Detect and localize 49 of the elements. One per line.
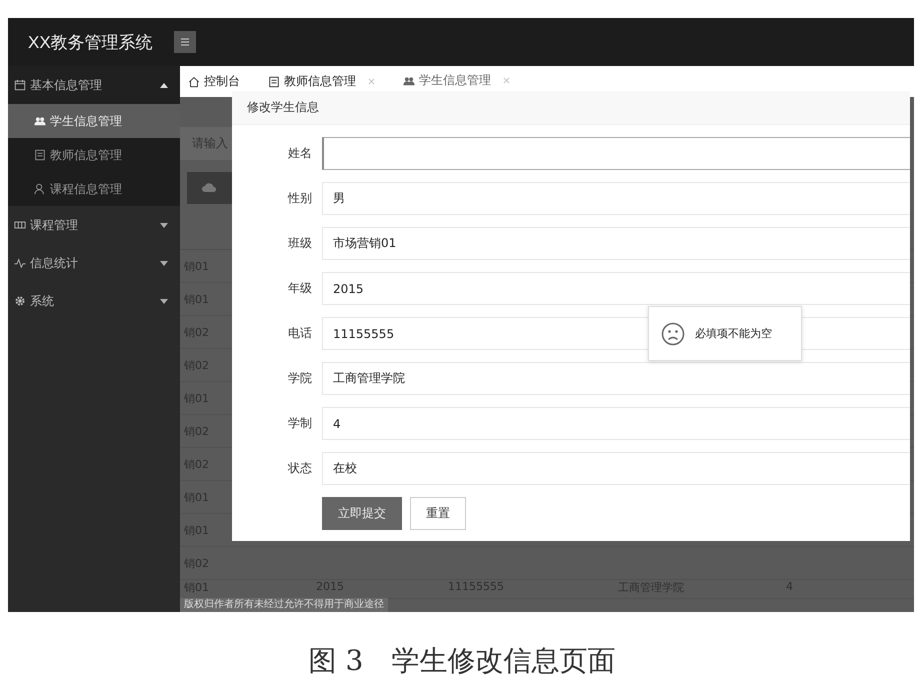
settings-icon [14,295,26,307]
caret-icon [160,222,168,228]
pulse-icon [14,257,26,269]
users-icon [403,74,415,86]
close-icon[interactable] [503,77,510,84]
calendar-icon [14,79,26,91]
sidebar-item[interactable]: 信息统计 [8,244,180,282]
sidebar-subitem[interactable]: 学生信息管理 [8,104,180,138]
input-field[interactable]: 工商管理学院 [322,362,910,395]
submit-button[interactable]: 立即提交 [322,497,402,530]
input-field[interactable]: 在校 [322,452,910,485]
reset-button[interactable]: 重置 [410,497,466,530]
copyright-notice: 版权归作者所有未经过允许不得用于商业途径 [180,598,388,612]
figure-caption: 图 3 学生修改信息页面 [308,643,616,679]
input-field[interactable] [322,137,910,170]
field-label: 学院 [287,370,313,387]
field-label: 性别 [286,190,313,207]
close-icon[interactable] [368,78,375,85]
field-label: 年级 [287,280,313,297]
caret-icon [160,298,168,304]
field-label: 班级 [287,235,313,252]
sidebar-subitem[interactable]: 课程信息管理 [8,172,180,206]
field-label: 电话 [287,325,313,342]
caret-icon [160,260,168,266]
document-icon [34,149,46,161]
cloud-icon [201,180,217,192]
toast-message: 必填项不能为空 [695,326,772,341]
input-field[interactable]: 男 [322,182,910,215]
menu-icon [179,37,191,47]
sidebar-item[interactable]: 系统 [8,282,180,320]
sidebar-item[interactable]: 课程管理 [8,206,180,244]
field-label: 状态 [287,460,313,477]
person-icon [34,183,46,195]
input-field[interactable]: 市场营销01 [322,227,910,260]
sad-face-icon [661,322,685,346]
input-field[interactable]: 2015 [322,272,910,305]
home-icon [188,76,200,88]
field-label: 学制 [287,415,313,432]
field-label: 姓名 [287,145,313,162]
sidebar-subitem[interactable]: 教师信息管理 [8,138,180,172]
document-icon [268,76,280,88]
sidebar-item[interactable]: 基本信息管理 [8,66,180,104]
caret-icon [160,82,168,88]
users-icon [34,115,46,127]
grid-icon [14,219,26,231]
menu-button[interactable] [174,31,196,53]
dialog-title: 修改学生信息 [232,91,910,125]
app-title: XX教务管理系统 [27,32,154,54]
input-field[interactable]: 4 [322,407,910,440]
